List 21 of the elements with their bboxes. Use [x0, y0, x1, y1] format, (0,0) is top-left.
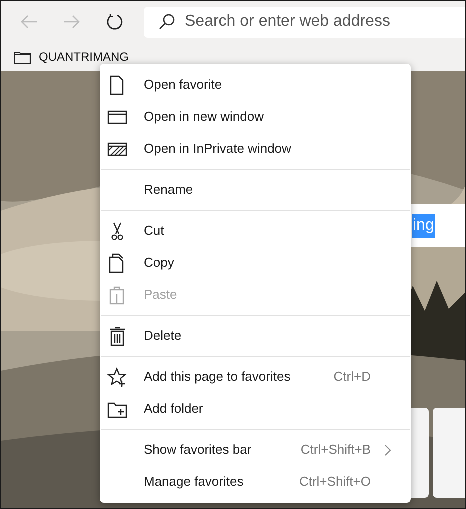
- menu-item[interactable]: Delete: [100, 320, 411, 352]
- menu-item[interactable]: Show favorites bar Ctrl+Shift+B: [100, 434, 411, 466]
- menu-item[interactable]: Copy: [100, 247, 411, 279]
- menu-item[interactable]: Add this page to favorites Ctrl+D: [100, 361, 411, 393]
- folder-icon: [14, 50, 31, 64]
- refresh-icon[interactable]: [106, 13, 124, 31]
- menu-item[interactable]: Rename: [100, 174, 411, 206]
- menu-item[interactable]: Open in new window: [100, 101, 411, 133]
- search-text: ing: [412, 214, 436, 238]
- search-icon: [158, 13, 176, 31]
- tile-card[interactable]: [433, 408, 465, 498]
- address-bar[interactable]: Search or enter web address: [144, 6, 465, 38]
- menu-item[interactable]: Open in InPrivate window: [100, 133, 411, 165]
- menu-item[interactable]: Manage favorites Ctrl+Shift+O: [100, 466, 411, 498]
- favorites-bar-item[interactable]: QUANTRIMANG: [39, 48, 129, 66]
- address-field[interactable]: Search or enter web address: [185, 10, 465, 34]
- trash-icon: [107, 326, 128, 346]
- menu-item[interactable]: Open favorite: [100, 69, 411, 101]
- star-plus-icon: [107, 366, 128, 388]
- menu-item[interactable]: Cut: [100, 215, 411, 247]
- menu-item[interactable]: Add folder: [100, 393, 411, 425]
